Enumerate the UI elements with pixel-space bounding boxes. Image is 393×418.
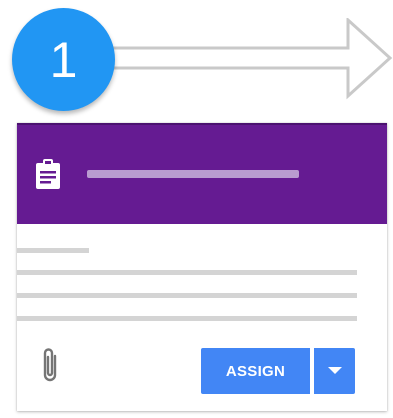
assign-options-button[interactable] <box>314 348 355 394</box>
title-placeholder-bar <box>87 170 299 178</box>
arrow-right-outline-icon <box>100 18 393 100</box>
paperclip-icon[interactable] <box>39 345 61 385</box>
text-placeholder-line <box>17 270 357 275</box>
step-number: 1 <box>49 31 78 88</box>
clipboard-icon <box>36 159 60 189</box>
text-placeholder-line <box>17 316 357 321</box>
text-placeholder-line <box>17 248 89 253</box>
card-header <box>17 123 387 224</box>
text-placeholder-line <box>17 293 357 298</box>
assign-split-button: ASSIGN <box>201 348 355 394</box>
tutorial-step-illustration: 1 ASSIGN <box>0 0 393 418</box>
assignment-card: ASSIGN <box>17 123 387 411</box>
assign-button[interactable]: ASSIGN <box>201 348 310 394</box>
chevron-down-icon <box>327 367 342 374</box>
step-number-badge: 1 <box>12 8 115 111</box>
